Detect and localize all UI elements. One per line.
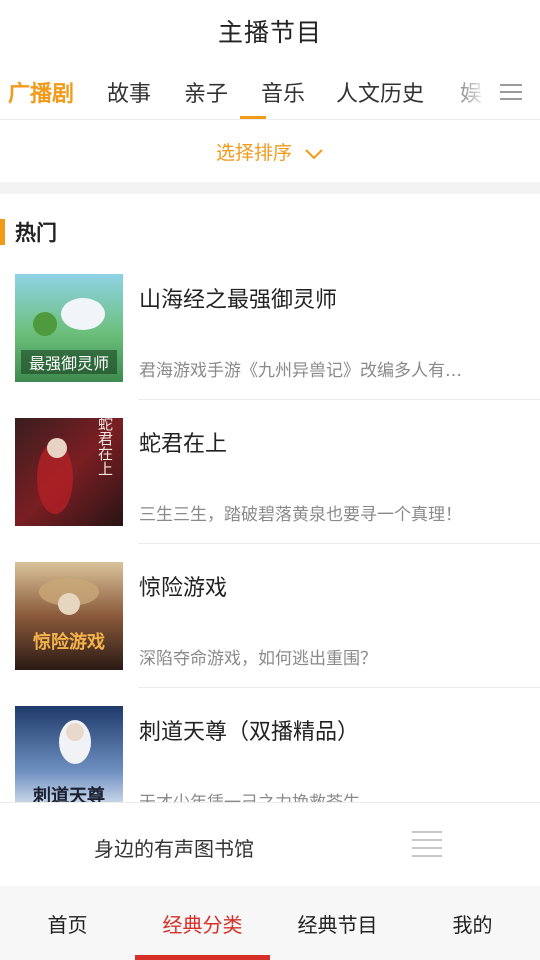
program-cover-image: 蛇君在上: [15, 418, 123, 526]
program-description: 天才少年凭一己之力挽救苍生。: [139, 788, 514, 802]
hamburger-menu-icon[interactable]: [500, 84, 522, 100]
nav-classic-programs[interactable]: 经典节目: [270, 886, 405, 960]
program-description: 君海游戏手游《九州异兽记》改编多人有…: [139, 361, 462, 381]
tab-radio-drama[interactable]: 广播剧: [8, 76, 74, 108]
svg-text:最强御灵师: 最强御灵师: [29, 354, 109, 373]
svg-text:刺道天尊: 刺道天尊: [33, 785, 105, 802]
program-title: 蛇君在上: [139, 432, 228, 457]
section-title: 热门: [15, 221, 57, 245]
library-bar: 身边的有声图书馆: [0, 802, 540, 886]
program-cover-image: 刺道天尊: [15, 706, 123, 802]
section-divider: [0, 182, 540, 194]
program-list: 最强御灵师 山海经之最强御灵师 君海游戏手游《九州异兽记》改编多人有… 蛇君在上…: [0, 256, 540, 802]
nav-home[interactable]: 首页: [0, 886, 135, 960]
app-header: 主播节目: [0, 0, 540, 62]
bottom-navigation: 首页 经典分类 经典节目 我的: [0, 886, 540, 960]
program-item[interactable]: 惊险游戏 惊险游戏 深陷夺命游戏，如何逃出重围？: [0, 544, 540, 688]
sort-selector[interactable]: 选择排序: [0, 120, 540, 182]
nav-classic-categories[interactable]: 经典分类: [135, 886, 270, 960]
tab-scroll-indicator: [240, 116, 266, 119]
list-icon[interactable]: [412, 831, 442, 859]
svg-text:蛇君在上: 蛇君在上: [96, 418, 114, 476]
program-cover-image: 最强御灵师: [15, 274, 123, 382]
tab-music[interactable]: 音乐: [261, 76, 305, 108]
nav-mine[interactable]: 我的: [405, 886, 540, 960]
section-accent-bar: [0, 219, 5, 245]
tab-entertainment[interactable]: 娱: [460, 76, 482, 108]
chevron-down-icon: [304, 145, 324, 160]
program-item[interactable]: 蛇君在上 蛇君在上 三生三生，踏破碧落黄泉也要寻一个真理！: [0, 400, 540, 544]
program-title: 刺道天尊（双播精品）: [139, 720, 360, 745]
program-description: 深陷夺命游戏，如何逃出重围？: [139, 649, 377, 669]
program-title: 山海经之最强御灵师: [139, 288, 338, 313]
program-item[interactable]: 最强御灵师 山海经之最强御灵师 君海游戏手游《九州异兽记》改编多人有…: [0, 256, 540, 400]
program-cover-image: 惊险游戏: [15, 562, 123, 670]
nav-active-indicator: [135, 955, 270, 960]
program-title: 惊险游戏: [139, 576, 228, 601]
sort-label: 选择排序: [215, 141, 292, 164]
page-title: 主播节目: [217, 18, 322, 47]
tab-story[interactable]: 故事: [107, 76, 151, 108]
library-link[interactable]: 身边的有声图书馆: [94, 833, 254, 862]
tab-parenting[interactable]: 亲子: [184, 76, 228, 108]
section-header-hot: 热门: [0, 218, 57, 246]
category-tabs: 广播剧 故事 亲子 音乐 人文历史 娱: [0, 62, 540, 120]
program-description: 三生三生，踏破碧落黄泉也要寻一个真理！: [139, 505, 462, 525]
svg-text:惊险游戏: 惊险游戏: [33, 631, 105, 653]
tab-humanities-history[interactable]: 人文历史: [336, 76, 424, 108]
program-item[interactable]: 刺道天尊 刺道天尊（双播精品） 天才少年凭一己之力挽救苍生。: [0, 688, 540, 802]
